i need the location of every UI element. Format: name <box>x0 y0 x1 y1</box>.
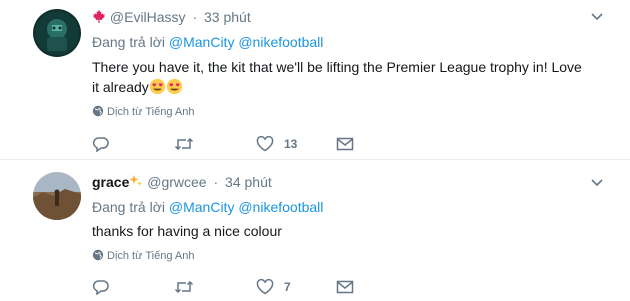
maple-leaf-icon <box>92 9 110 25</box>
retweet-button[interactable] <box>174 277 194 297</box>
user-handle[interactable]: @EvilHassy <box>110 9 186 25</box>
tweet-text: thanks for having a nice colour <box>92 221 592 241</box>
tweet-header: @EvilHassy · 33 phút <box>92 8 251 26</box>
direct-message-button[interactable] <box>336 277 354 297</box>
reply-button[interactable] <box>92 134 110 154</box>
retweet-button[interactable] <box>174 134 194 154</box>
reply-prefix: Đang trả lời <box>92 199 165 215</box>
chevron-down-icon[interactable] <box>590 10 604 24</box>
heart-icon <box>256 279 274 295</box>
mention-link[interactable]: @nikefootball <box>238 34 323 50</box>
heart-icon <box>256 136 274 152</box>
direct-message-button[interactable] <box>336 134 354 154</box>
mention-link[interactable]: @ManCity <box>169 34 235 50</box>
like-button[interactable]: 13 <box>256 134 297 154</box>
reply-icon <box>92 137 109 152</box>
timestamp[interactable]: 33 phút <box>204 9 251 25</box>
chevron-down-icon[interactable] <box>590 176 604 190</box>
reply-prefix: Đang trả lời <box>92 34 165 50</box>
like-count: 13 <box>284 137 298 151</box>
timestamp[interactable]: 34 phút <box>225 174 272 190</box>
translate-link[interactable]: Dịch từ Tiếng Anh <box>92 249 194 263</box>
globe-icon <box>92 105 104 117</box>
tweet-header: grace @grwcee · 34 phút <box>92 173 272 191</box>
user-handle[interactable]: @grwcee <box>147 174 206 190</box>
mention-link[interactable]: @nikefootball <box>238 199 323 215</box>
sparkles-emoji <box>129 174 143 190</box>
reply-button[interactable] <box>92 277 110 297</box>
tweet[interactable]: grace @grwcee · 34 phút Đang trả lời @Ma… <box>0 160 630 301</box>
like-count: 7 <box>284 280 291 294</box>
tweet-text: There you have it, the kit that we'll be… <box>92 57 592 100</box>
avatar[interactable] <box>33 172 81 220</box>
envelope-icon <box>336 137 354 151</box>
avatar[interactable] <box>33 9 81 57</box>
separator: · <box>192 9 198 25</box>
heart-eyes-emoji <box>149 78 166 100</box>
translate-label: Dịch từ Tiếng Anh <box>107 250 195 262</box>
tweet-text-body: thanks for having a nice colour <box>92 223 282 239</box>
reply-context: Đang trả lời @ManCity @nikefootball <box>92 33 323 51</box>
mention-link[interactable]: @ManCity <box>169 199 235 215</box>
heart-eyes-emoji <box>166 78 183 100</box>
like-button[interactable]: 7 <box>256 277 291 297</box>
envelope-icon <box>336 280 354 294</box>
separator: · <box>213 174 219 190</box>
tweet[interactable]: @EvilHassy · 33 phút Đang trả lời @ManCi… <box>0 0 630 160</box>
reply-context: Đang trả lời @ManCity @nikefootball <box>92 198 323 216</box>
translate-link[interactable]: Dịch từ Tiếng Anh <box>92 105 194 119</box>
retweet-icon <box>174 280 194 294</box>
display-name[interactable]: grace <box>92 174 129 190</box>
translate-label: Dịch từ Tiếng Anh <box>107 106 195 118</box>
reply-icon <box>92 280 109 295</box>
globe-icon <box>92 249 104 261</box>
retweet-icon <box>174 137 194 151</box>
